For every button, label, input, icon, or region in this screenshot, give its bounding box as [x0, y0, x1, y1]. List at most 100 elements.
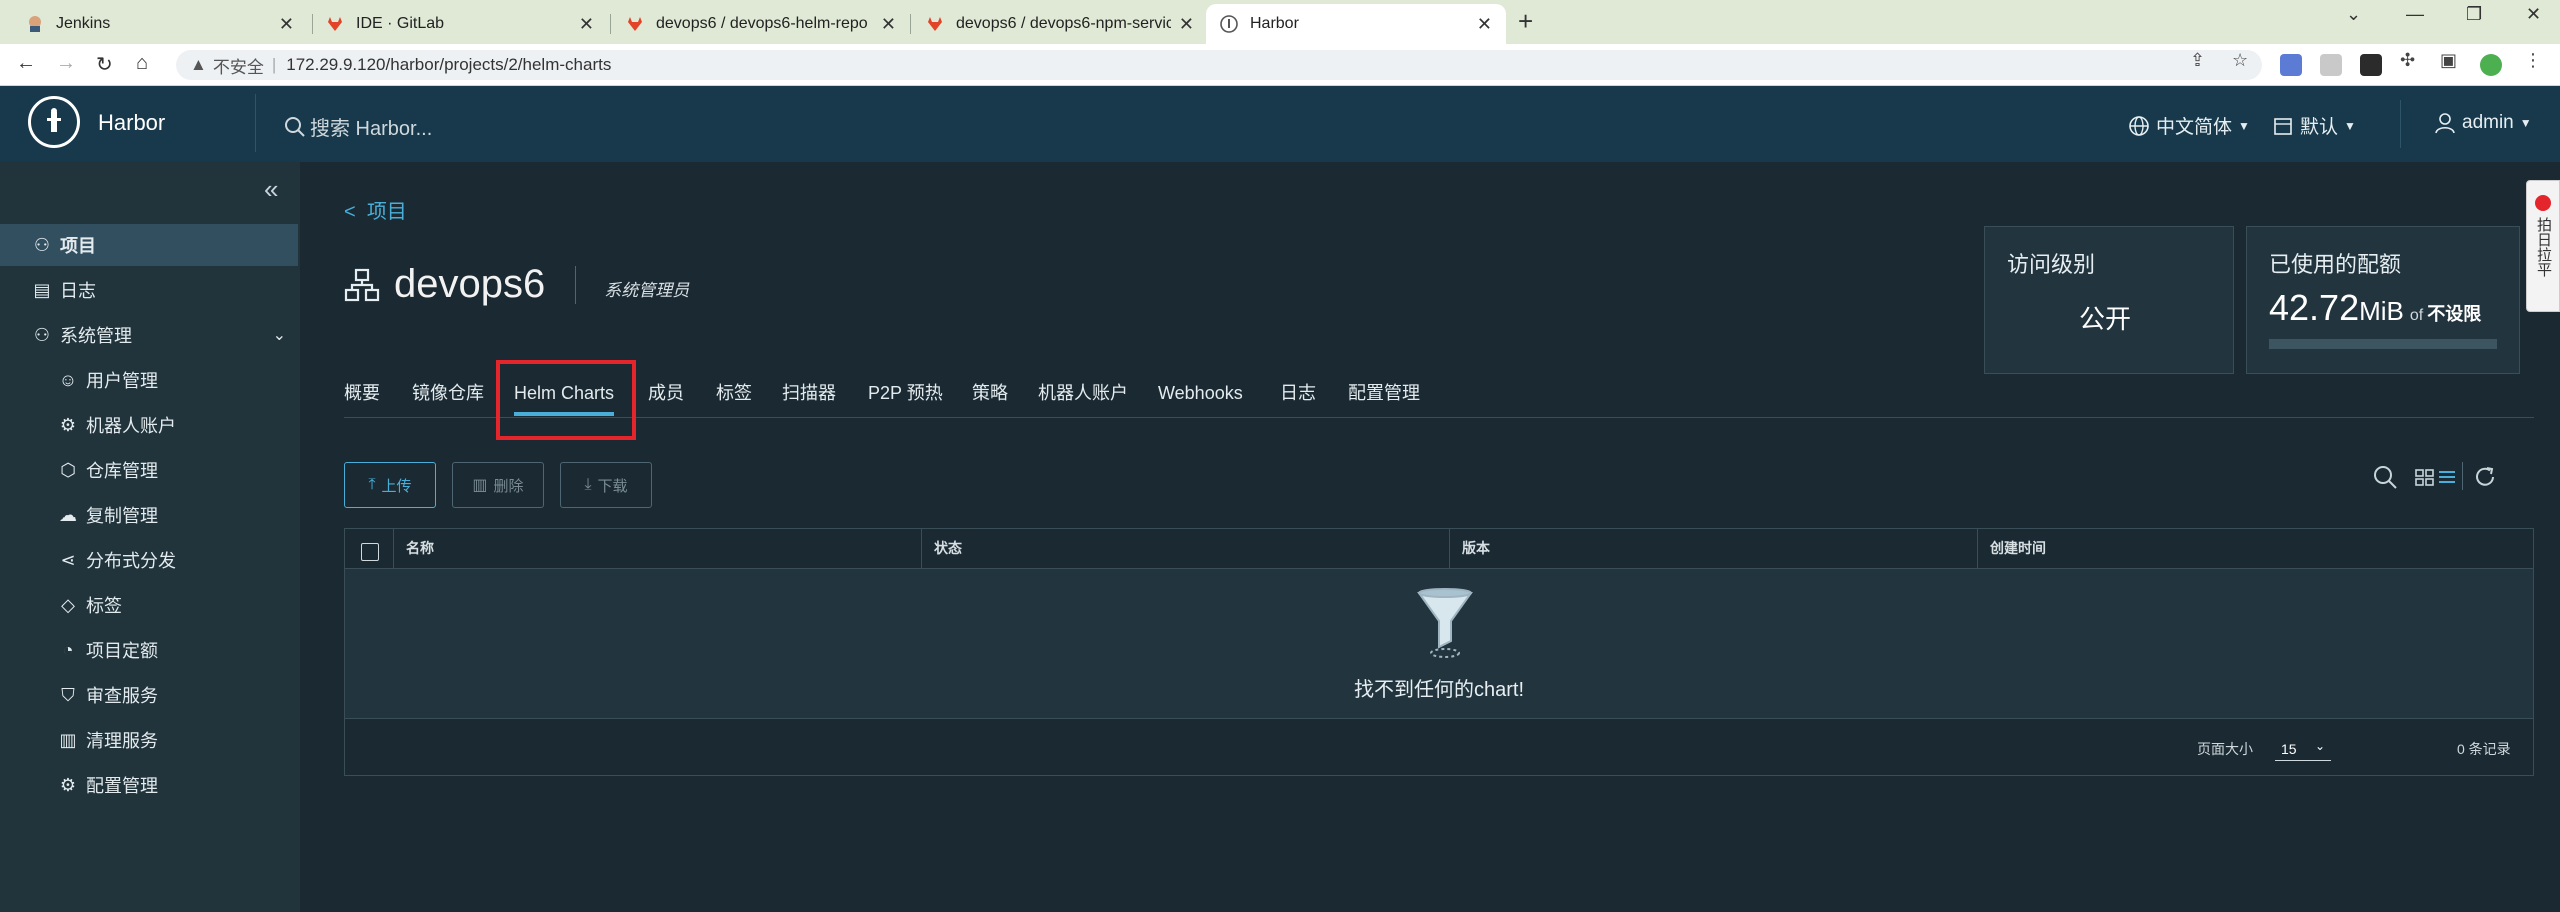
sidebar-item-label: 审查服务: [86, 686, 158, 706]
tab-repositories[interactable]: 镜像仓库: [412, 378, 484, 418]
browser-tab-npm-service[interactable]: devops6 / devops6-npm-servic ✕: [912, 4, 1208, 44]
back-icon[interactable]: ←: [16, 52, 36, 75]
collapse-sidebar-icon[interactable]: «: [264, 174, 278, 205]
column-header-created[interactable]: 创建时间: [1977, 529, 2533, 569]
column-header-version[interactable]: 版本: [1449, 529, 1977, 569]
tab-configuration[interactable]: 配置管理: [1348, 378, 1420, 418]
close-icon[interactable]: ✕: [579, 14, 594, 35]
button-label: 下载: [597, 477, 628, 495]
theme-dropdown[interactable]: 默认 ▼: [2272, 112, 2356, 139]
avatar[interactable]: [2480, 54, 2502, 76]
user-menu[interactable]: admin ▼: [2434, 112, 2532, 134]
tab-label: P2P 预热: [868, 383, 943, 403]
sidepanel-icon[interactable]: ▣: [2440, 50, 2457, 71]
table-body: 找不到任何的chart!: [345, 569, 2533, 719]
page-size-select[interactable]: 15 ⌄: [2275, 733, 2331, 761]
column-header-status[interactable]: 状态: [921, 529, 1449, 569]
sidebar-item-projects[interactable]: ⚇ 项目: [0, 224, 298, 266]
extension-icon[interactable]: [2280, 54, 2302, 76]
tab-label: 镜像仓库: [412, 383, 484, 403]
tab-label: 策略: [972, 383, 1008, 403]
sidebar-item-quotas[interactable]: ◔ 项目定额: [0, 629, 300, 671]
tab-p2p-preheat[interactable]: P2P 预热: [868, 378, 943, 418]
tab-search-icon[interactable]: ⌄: [2346, 4, 2361, 25]
delete-button[interactable]: ▥ 删除: [452, 462, 544, 508]
charts-table: 名称 状态 版本 创建时间 找不到任何的chart! 页面大小 15 ⌄ 0 条…: [344, 528, 2534, 776]
extension-icon[interactable]: [2320, 54, 2342, 76]
restore-icon[interactable]: ❐: [2466, 4, 2482, 25]
shield-icon: ⛉: [61, 684, 75, 705]
close-icon[interactable]: ✕: [881, 14, 896, 35]
tab-members[interactable]: 成员: [648, 378, 684, 418]
tab-scanner[interactable]: 扫描器: [782, 378, 836, 418]
quota-usage: 42.72 MiB of 不设限: [2269, 287, 2481, 329]
sidebar-item-logs[interactable]: ▤ 日志: [0, 269, 300, 311]
sidebar-item-administration[interactable]: ⚇ 系统管理 ⌄: [0, 314, 300, 356]
access-level-card: 访问级别 公开: [1984, 226, 2234, 374]
bookmark-star-icon[interactable]: ☆: [2232, 50, 2248, 71]
browser-tab-gitlab[interactable]: IDE · GitLab ✕: [312, 4, 608, 44]
search-icon[interactable]: [2372, 464, 2398, 490]
new-tab-icon[interactable]: +: [1518, 6, 1533, 37]
tab-summary[interactable]: 概要: [344, 378, 380, 418]
search-icon: [285, 116, 305, 137]
global-search[interactable]: 搜索 Harbor...: [284, 112, 432, 141]
sidebar-item-label: 用户管理: [86, 371, 158, 391]
extension-icon[interactable]: [2360, 54, 2382, 76]
sidebar-item-label: 系统管理: [60, 326, 132, 346]
tab-webhooks[interactable]: Webhooks: [1158, 378, 1243, 418]
sidebar-item-cleanup[interactable]: ▥ 清理服务: [0, 719, 300, 761]
upload-button[interactable]: ⤒ 上传: [344, 462, 436, 508]
menu-icon[interactable]: ⋮: [2524, 50, 2542, 71]
sidebar-item-distributions[interactable]: ⋖ 分布式分发: [0, 539, 300, 581]
back-to-projects-link[interactable]: < 项目: [344, 195, 407, 224]
browser-tab-harbor[interactable]: Harbor ✕: [1206, 4, 1506, 44]
tab-policy[interactable]: 策略: [972, 378, 1008, 418]
browser-tab-jenkins[interactable]: Jenkins ✕: [12, 4, 308, 44]
user-icon: [2435, 113, 2455, 134]
gitlab-icon: [328, 17, 342, 31]
sidebar-item-registries[interactable]: ⬡ 仓库管理: [0, 449, 300, 491]
project-name: devops6: [394, 262, 546, 306]
close-window-icon[interactable]: ✕: [2526, 4, 2541, 25]
share-icon[interactable]: ⇪: [2190, 50, 2205, 71]
tab-labels[interactable]: 标签: [716, 378, 752, 418]
puzzle-icon[interactable]: ✣: [2400, 50, 2415, 71]
browser-tab-helm-repo[interactable]: devops6 / devops6-helm-repo ✕: [612, 4, 910, 44]
close-icon[interactable]: ✕: [1179, 14, 1194, 35]
harbor-logo-icon[interactable]: [28, 96, 80, 148]
sidebar-item-replications[interactable]: ☁ 复制管理: [0, 494, 300, 536]
sidebar-item-interrogation[interactable]: ⛉ 审查服务: [0, 674, 300, 716]
header-divider: [2400, 100, 2401, 148]
card-title: 已使用的配额: [2269, 252, 2402, 277]
sidebar-item-label: 分布式分发: [86, 551, 176, 571]
tab-logs[interactable]: 日志: [1280, 378, 1316, 418]
refresh-icon[interactable]: [2472, 464, 2498, 490]
tab-divider: [910, 14, 911, 34]
reload-icon[interactable]: ↻: [96, 52, 113, 77]
tab-robot-accounts[interactable]: 机器人账户: [1038, 378, 1128, 418]
forward-icon[interactable]: →: [56, 52, 76, 75]
close-icon[interactable]: ✕: [1477, 14, 1492, 35]
card-view-icon[interactable]: [2414, 464, 2436, 490]
home-icon[interactable]: ⌂: [136, 52, 148, 75]
select-all-checkbox[interactable]: [361, 543, 379, 561]
column-header-name[interactable]: 名称: [393, 529, 873, 569]
language-dropdown[interactable]: 中文简体 ▼: [2128, 112, 2250, 139]
log-icon: ▤: [33, 279, 51, 300]
harbor-icon: [1220, 15, 1238, 33]
url-field[interactable]: ▲ 不安全 | 172.29.9.120/harbor/projects/2/h…: [176, 50, 2262, 80]
list-view-icon[interactable]: [2436, 464, 2458, 490]
sidebar-item-users[interactable]: ☺ 用户管理: [0, 359, 300, 401]
sidebar-item-configuration[interactable]: ⚙ 配置管理: [0, 764, 300, 806]
minimize-icon[interactable]: —: [2406, 4, 2424, 25]
sidebar-item-robot-accounts[interactable]: ⚙ 机器人账户: [0, 404, 300, 446]
download-button[interactable]: ⤓ 下载: [560, 462, 652, 508]
registry-icon: ⬡: [60, 459, 76, 480]
quota-unit: MiB: [2359, 296, 2404, 326]
sidebar-item-labels[interactable]: ◇ 标签: [0, 584, 300, 626]
tab-label: 日志: [1280, 383, 1316, 403]
floating-side-widget[interactable]: 拍日拉平: [2526, 180, 2560, 312]
close-icon[interactable]: ✕: [279, 14, 294, 35]
brand-name[interactable]: Harbor: [98, 110, 165, 136]
